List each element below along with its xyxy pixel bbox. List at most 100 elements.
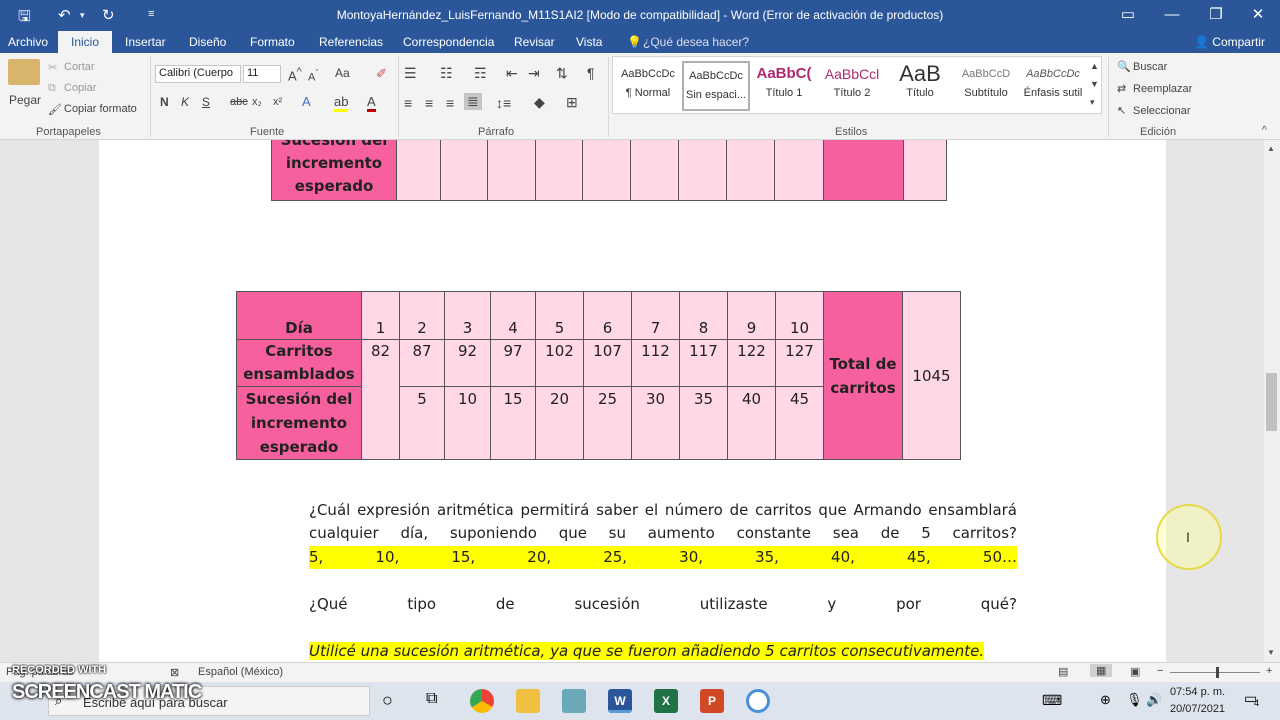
grow-font-icon[interactable]: A^ (288, 66, 302, 83)
format-painter-button[interactable]: Copiar formato (64, 103, 137, 115)
increase-indent-icon[interactable]: ⇥ (528, 65, 540, 82)
align-center-icon[interactable]: ≡ (425, 95, 433, 111)
zoom-out-icon[interactable]: − (1157, 665, 1163, 677)
tab-correspondencia[interactable]: Correspondencia (403, 35, 494, 49)
volume-icon[interactable]: 🔊 (1146, 692, 1162, 708)
sort-icon[interactable]: ⇅ (556, 65, 568, 82)
collapse-ribbon-icon[interactable]: ^ (1262, 125, 1267, 136)
tell-me-input[interactable]: ¿Qué desea hacer? (643, 35, 749, 49)
copy-icon: ⧉ (48, 82, 56, 94)
text-effects-icon[interactable]: A (302, 94, 311, 109)
clock-date[interactable]: 20/07/2021 (1170, 703, 1225, 715)
font-size-select[interactable]: 11 (243, 65, 281, 83)
share-button[interactable]: 👤 Compartir (1194, 35, 1265, 49)
superscript-icon[interactable]: x² (273, 96, 282, 108)
copy-button[interactable]: Copiar (64, 82, 96, 94)
answer-2: Utilicé una sucesión aritmética, ya que … (309, 640, 999, 662)
document-page[interactable]: Sucesión del incremento esperado Día 1 2 (99, 140, 1166, 662)
styles-more-icon[interactable]: ▾ (1090, 97, 1095, 108)
cortana-icon[interactable]: ○ (382, 690, 393, 711)
bullets-icon[interactable]: ☰ (404, 65, 417, 82)
font-name-select[interactable]: Calibri (Cuerpo (155, 65, 241, 83)
tab-formato[interactable]: Formato (250, 35, 295, 49)
shrink-font-icon[interactable]: Aˇ (308, 68, 318, 84)
microphone-icon[interactable]: 🎙 (1126, 692, 1143, 708)
style-subtitle[interactable]: AaBbCcD Subtítulo (952, 61, 1020, 111)
paste-icon[interactable] (8, 59, 40, 85)
align-right-icon[interactable]: ≡ (446, 95, 454, 111)
chrome-icon[interactable] (470, 689, 494, 713)
style-title[interactable]: AaB Título (886, 61, 954, 111)
screencast-icon[interactable] (746, 689, 770, 713)
bold-icon[interactable]: N (160, 95, 169, 109)
zoom-slider[interactable] (1170, 672, 1260, 673)
multilevel-list-icon[interactable]: ☶ (474, 65, 487, 82)
powerpoint-icon[interactable]: P (700, 689, 724, 713)
zoom-in-icon[interactable]: + (1266, 665, 1272, 677)
brush-icon: 🖌 (48, 104, 62, 116)
style-no-spacing[interactable]: AaBbCcDc Sin espaci... (682, 61, 750, 111)
shading-icon[interactable]: ◆ (534, 94, 545, 111)
styles-scroll-down-icon[interactable]: ▼ (1090, 79, 1099, 89)
language-label[interactable]: Español (México) (198, 666, 283, 678)
zoom-thumb[interactable] (1216, 667, 1219, 678)
style-heading-1[interactable]: AaBbC(Título 1 (750, 61, 818, 111)
restore-button[interactable]: ❐ (1196, 4, 1236, 26)
keyboard-icon[interactable]: ⌨ (1042, 692, 1062, 709)
line-spacing-icon[interactable]: ↕≡ (496, 95, 511, 111)
style-name: Sin espaci... (686, 89, 746, 101)
divider (608, 57, 609, 137)
app-icon[interactable] (562, 689, 586, 713)
clock-time[interactable]: 07:54 p. m. (1170, 686, 1225, 698)
style-normal[interactable]: AaBbCcDc ¶ Normal (614, 61, 682, 111)
excel-icon[interactable]: X (654, 689, 678, 713)
style-name: Título 1 (765, 87, 803, 99)
ribbon-display-options-icon[interactable]: ▭ (1108, 4, 1148, 26)
highlight-icon[interactable]: ab (334, 94, 349, 112)
styles-scroll-up-icon[interactable]: ▲ (1090, 61, 1099, 71)
print-layout-icon[interactable]: ▦ (1090, 664, 1113, 677)
replace-button[interactable]: Reemplazar (1133, 83, 1192, 95)
tab-vista[interactable]: Vista (576, 35, 602, 49)
style-subtle-emphasis[interactable]: AaBbCcDc Énfasis sutil (1020, 61, 1086, 111)
justify-icon[interactable]: ≣ (464, 93, 482, 110)
italic-icon[interactable]: K (181, 95, 189, 109)
scroll-thumb[interactable] (1266, 373, 1277, 431)
change-case-button[interactable]: Aa (335, 66, 350, 80)
paste-button[interactable]: Pegar (9, 93, 41, 107)
scroll-up-icon[interactable]: ▲ (1267, 144, 1275, 153)
file-explorer-icon[interactable] (516, 689, 540, 713)
strikethrough-icon[interactable]: abc (230, 96, 248, 108)
table-cell (535, 140, 583, 201)
tab-diseno[interactable]: Diseño (189, 35, 226, 49)
clear-formatting-icon[interactable]: ✐ (376, 66, 387, 82)
network-icon[interactable]: ⊕ (1100, 692, 1111, 708)
close-button[interactable]: ✕ (1238, 4, 1278, 26)
subscript-icon[interactable]: x₂ (252, 96, 262, 108)
tab-inicio[interactable]: Inicio (58, 31, 113, 53)
font-color-icon[interactable]: A (367, 94, 376, 112)
tab-revisar[interactable]: Revisar (514, 35, 555, 49)
tab-referencias[interactable]: Referencias (319, 35, 383, 49)
web-layout-icon[interactable]: ▣ (1130, 665, 1140, 678)
task-view-icon[interactable]: ⧉ (426, 690, 437, 708)
pilcrow-icon[interactable]: ¶ (587, 65, 595, 81)
decrease-indent-icon[interactable]: ⇤ (506, 65, 518, 82)
select-button[interactable]: Seleccionar (1133, 105, 1190, 117)
style-heading-2[interactable]: AaBbCcl Título 2 (818, 61, 886, 111)
tab-insertar[interactable]: Insertar (125, 35, 166, 49)
scroll-down-icon[interactable]: ▼ (1267, 648, 1275, 657)
numbering-icon[interactable]: ☷ (440, 65, 453, 82)
minimize-button[interactable]: — (1152, 4, 1192, 26)
vertical-scrollbar[interactable]: ▲ ▼ (1264, 140, 1280, 662)
style-name: Título (906, 87, 934, 99)
word-icon[interactable]: W (608, 689, 632, 713)
borders-icon[interactable]: ⊞ (566, 94, 578, 111)
proofing-icon[interactable]: ⊠ (170, 666, 179, 679)
align-left-icon[interactable]: ≡ (404, 95, 412, 111)
find-button[interactable]: Buscar (1133, 61, 1167, 73)
underline-icon[interactable]: S (202, 95, 210, 109)
cut-button[interactable]: Cortar (64, 61, 95, 73)
read-mode-icon[interactable]: ▤ (1058, 665, 1068, 678)
tab-archivo[interactable]: Archivo (8, 35, 48, 49)
